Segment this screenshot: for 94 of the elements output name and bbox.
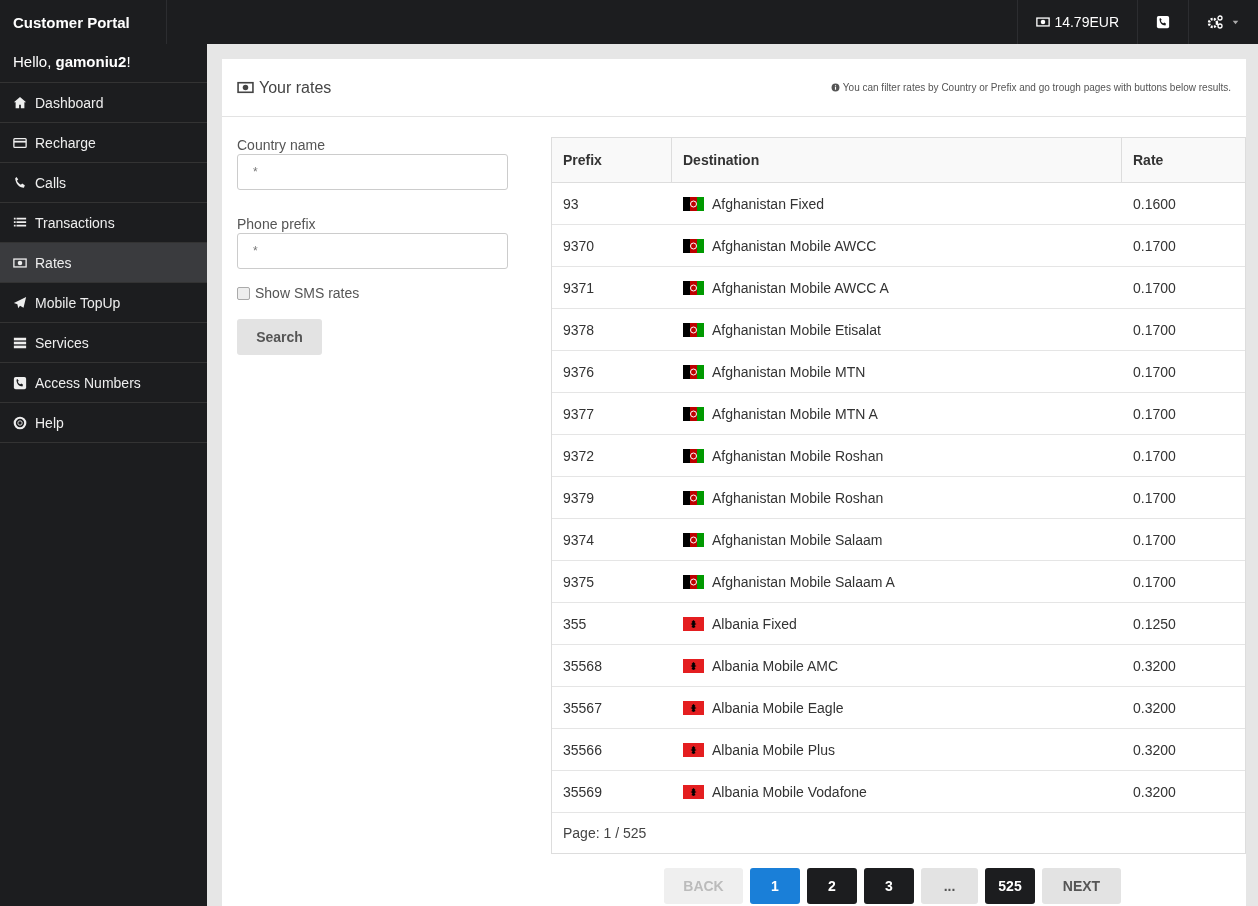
search-button[interactable]: Search (237, 319, 322, 355)
afghanistan-flag-icon (683, 490, 704, 505)
table-cell: Afghanistan Mobile Roshan (712, 489, 884, 506)
panel-title: Your rates (259, 78, 332, 97)
banknote-icon (13, 255, 27, 270)
table-cell-text: 0.3200 (1132, 698, 1177, 718)
field-label: Phone prefix (237, 216, 317, 232)
table-cell-text: 9374 (562, 530, 596, 550)
list-icon (13, 215, 27, 230)
table-cell: Afghanistan Mobile AWCC (712, 237, 877, 254)
table-cell-text: 9375 (562, 572, 596, 592)
banknote-icon (237, 79, 254, 96)
column-header: Destination (672, 138, 1122, 182)
table-cell-text: 9379 (562, 488, 596, 508)
sidebar-item[interactable]: Rates (0, 243, 207, 283)
column-header: Prefix (552, 138, 672, 182)
table-cell: Albania Fixed (712, 615, 797, 632)
phone-icon (13, 375, 27, 390)
afghanistan-flag-icon (683, 574, 704, 589)
table-cell-text: 0.1700 (1132, 236, 1177, 256)
hint-text: You can filter rates by Country or Prefix and go trough pages with buttons below results. (842, 82, 1231, 93)
table-cell-text: 0.1700 (1132, 446, 1177, 466)
table-cell-text: 0.1700 (1132, 278, 1177, 298)
credit-card-icon (13, 135, 27, 150)
albania-flag-icon (683, 742, 704, 757)
ellipsis-button[interactable]: ... (921, 868, 978, 904)
table-cell: Afghanistan Mobile Salaam A (712, 573, 895, 590)
table-cell: Albania Mobile Vodafone (712, 783, 867, 800)
table-cell: Afghanistan Mobile Salaam (712, 531, 883, 548)
afghanistan-flag-icon (683, 196, 704, 211)
table-cell-text: 0.1700 (1132, 572, 1177, 592)
table-cell-text: 0.1700 (1132, 362, 1177, 382)
table-cell-text: 0.1250 (1132, 614, 1177, 634)
table-cell: Afghanistan Mobile MTN A (712, 405, 878, 422)
afghanistan-flag-icon (683, 532, 704, 547)
albania-flag-icon (683, 700, 704, 715)
afghanistan-flag-icon (683, 238, 704, 253)
albania-flag-icon (683, 616, 704, 631)
table-cell: Albania Mobile AMC (712, 657, 839, 674)
page-button[interactable]: 2 (807, 868, 857, 904)
albania-flag-icon (683, 658, 704, 673)
table-cell-text: 0.1700 (1132, 404, 1177, 424)
page-button[interactable]: 1 (750, 868, 800, 904)
table-cell-text: 9371 (562, 278, 596, 298)
table-cell-text: 9377 (562, 404, 596, 424)
table-cell-text: 9370 (562, 236, 596, 256)
paper-plane-icon (13, 295, 27, 310)
next-button[interactable]: NEXT (1042, 868, 1121, 904)
stacked-bars-icon (13, 335, 27, 350)
lifebuoy-icon (13, 415, 27, 430)
albania-flag-icon (683, 784, 704, 799)
table-cell-text: 9378 (562, 320, 596, 340)
sms-checkbox[interactable] (237, 286, 250, 300)
table-cell: Afghanistan Mobile Roshan (712, 447, 884, 464)
afghanistan-flag-icon (683, 364, 704, 379)
table-cell-text: 35567 (562, 698, 603, 718)
column-header: Rate (1132, 151, 1165, 170)
banknote-icon (1036, 15, 1051, 29)
afghanistan-flag-icon (683, 280, 704, 295)
page-button[interactable]: 3 (864, 868, 914, 904)
table-cell-text: 35569 (562, 782, 603, 802)
table-cell-text: 35566 (562, 740, 603, 760)
table-cell-text: 9372 (562, 446, 596, 466)
table-cell-text: 0.1700 (1132, 530, 1177, 550)
table-cell: Albania Mobile Plus (712, 741, 835, 758)
phone-prefix-field[interactable]: * (237, 233, 508, 269)
home-icon (13, 95, 27, 110)
table-cell: Afghanistan Fixed (712, 195, 825, 212)
table-cell: Albania Mobile Eagle (712, 699, 844, 716)
page-button[interactable]: 525 (985, 868, 1035, 904)
afghanistan-flag-icon (683, 322, 704, 337)
table-cell: Afghanistan Mobile AWCC A (712, 279, 889, 296)
table-cell-text: 0.1600 (1132, 194, 1177, 214)
phone-icon (1156, 15, 1170, 29)
table-cell-text: 355 (562, 614, 588, 634)
table-cell-text: 0.3200 (1132, 782, 1177, 802)
checkbox-label: Show SMS rates (255, 285, 360, 301)
table-cell-text: 0.1700 (1132, 488, 1177, 508)
table-cell: Afghanistan Mobile Etisalat (712, 321, 881, 338)
info-icon (830, 83, 840, 92)
table-cell-text: 35568 (562, 656, 603, 676)
table-cell: Afghanistan Mobile MTN (712, 363, 866, 380)
country-name-field[interactable]: * (237, 154, 508, 190)
table-cell-text: 0.1700 (1132, 320, 1177, 340)
gears-icon (1207, 14, 1223, 30)
table-cell-text: 93 (562, 194, 580, 214)
afghanistan-flag-icon (683, 448, 704, 463)
table-cell-text: 0.3200 (1132, 656, 1177, 676)
phone-icon (13, 175, 27, 190)
afghanistan-flag-icon (683, 406, 704, 421)
table-cell-text: 0.3200 (1132, 740, 1177, 760)
page-info: Page: 1 / 525 (563, 825, 647, 841)
field-label: Country name (237, 137, 326, 153)
table-cell-text: 9376 (562, 362, 596, 382)
